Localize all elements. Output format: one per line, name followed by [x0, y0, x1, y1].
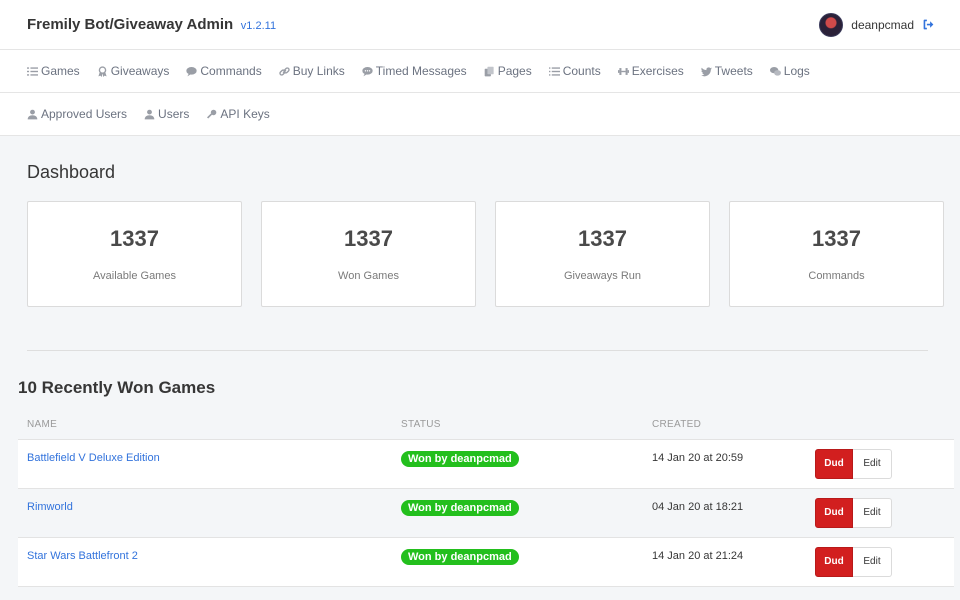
- stat-value: 1337: [110, 226, 159, 251]
- nav-item-label: Counts: [562, 64, 601, 78]
- cell-created: 04 Jan 20 at 18:21: [643, 488, 806, 538]
- status-badge: Won by deanpcmad: [401, 499, 519, 516]
- nav-item-users[interactable]: Users: [144, 107, 189, 121]
- stats-row: 1337 Available Games 1337 Won Games 1337 Give…: [27, 201, 944, 307]
- nav-item-label: Tweets: [714, 64, 753, 78]
- table-row: Star Wars Battlefront 2 Won by deanpcmad 1…: [18, 537, 954, 587]
- stat-label: Available Games: [93, 270, 176, 282]
- table-row: Rimworld Won by deanpcmad 04 Jan 20 at 18:…: [18, 488, 954, 538]
- table-header-row: NAME STATUS CREATED: [18, 411, 954, 440]
- cell-status: Won by deanpcmad: [392, 537, 643, 587]
- edit-button[interactable]: Edit: [853, 448, 892, 479]
- stat-label: Commands: [808, 270, 865, 282]
- app-title[interactable]: Fremily Bot/Giveaway Admin: [27, 16, 233, 33]
- nav-item-exercises[interactable]: Exercises: [617, 64, 684, 78]
- cell-name: Star Wars Battlefront 2: [18, 537, 392, 587]
- cell-actions: Dud Edit: [806, 439, 954, 489]
- top-bar: Fremily Bot/Giveaway Admin v1.2.11 deanp…: [0, 0, 960, 50]
- stat-card: 1337 Commands: [729, 201, 944, 307]
- stat-card: 1337 Available Games: [27, 201, 242, 307]
- cell-created: 14 Jan 20 at 20:59: [643, 439, 806, 489]
- nav-item-counts[interactable]: Counts: [548, 64, 601, 78]
- table-row: Battlefield V Deluxe Edition Won by deanp…: [18, 439, 954, 489]
- stat-card: 1337 Giveaways Run: [495, 201, 710, 307]
- nav-item-label: Commands: [200, 64, 262, 78]
- nav-item-games[interactable]: Games: [27, 64, 80, 78]
- key-icon: [206, 109, 217, 120]
- nav-item-label: Approved Users: [41, 107, 128, 121]
- comment-icon: [186, 66, 198, 77]
- app-version: v1.2.11: [240, 20, 277, 32]
- nav-item-label: Users: [158, 107, 190, 121]
- cell-actions: Dud Edit: [806, 537, 954, 587]
- nav-item-buy-links[interactable]: Buy Links: [279, 64, 345, 78]
- nav-item-pages[interactable]: Pages: [484, 64, 532, 78]
- username[interactable]: deanpcmad: [851, 18, 914, 32]
- app-brand[interactable]: Fremily Bot/Giveaway Admin v1.2.11: [27, 16, 276, 33]
- column-status: STATUS: [392, 411, 643, 440]
- nav-item-commands[interactable]: Commands: [186, 64, 262, 78]
- nav-item-label: Logs: [783, 64, 810, 78]
- cell-name: Battlefield V Deluxe Edition: [18, 439, 392, 489]
- game-link[interactable]: Star Wars Battlefront 2: [27, 550, 138, 562]
- page-title: Dashboard: [27, 162, 116, 182]
- game-link[interactable]: Rimworld: [27, 501, 73, 513]
- twitter-icon: [700, 66, 712, 77]
- user-menu: deanpcmad: [819, 12, 936, 37]
- link-icon: [279, 66, 290, 77]
- main-content: Dashboard 1337 Available Games 1337 Won Gam…: [0, 136, 960, 587]
- stat-card: 1337 Won Games: [261, 201, 476, 307]
- nav-item-tweets[interactable]: Tweets: [700, 64, 753, 78]
- column-actions: [806, 411, 954, 440]
- nav-row-primary: Games Giveaways Commands Buy Links Timed Mes…: [0, 50, 960, 93]
- stat-value: 1337: [812, 226, 861, 251]
- list-ol-icon: [548, 66, 560, 77]
- edit-button[interactable]: Edit: [853, 497, 892, 528]
- dud-button[interactable]: Dud: [815, 497, 853, 528]
- status-badge: Won by deanpcmad: [401, 450, 519, 467]
- recent-games-table: NAME STATUS CREATED Battlefield V Deluxe…: [18, 411, 954, 587]
- stat-label: Won Games: [338, 270, 399, 282]
- stat-value: 1337: [578, 226, 627, 251]
- cell-created: 14 Jan 20 at 21:24: [643, 537, 806, 587]
- nav-item-label: Exercises: [631, 64, 684, 78]
- divider: [27, 350, 928, 351]
- award-icon: [97, 65, 108, 77]
- column-name: NAME: [18, 411, 392, 440]
- cell-actions: Dud Edit: [806, 488, 954, 538]
- edit-button[interactable]: Edit: [853, 546, 892, 577]
- comment-dots-icon: [362, 66, 373, 77]
- list-icon: [27, 66, 38, 77]
- nav-item-api-keys[interactable]: API Keys: [206, 107, 270, 121]
- status-badge: Won by deanpcmad: [401, 548, 519, 565]
- nav-row-secondary: Approved Users Users API Keys: [0, 93, 960, 136]
- nav-item-timed-messages[interactable]: Timed Messages: [362, 64, 467, 78]
- nav-item-logs[interactable]: Logs: [769, 64, 810, 78]
- nav-item-label: Games: [41, 64, 80, 78]
- dud-button[interactable]: Dud: [815, 448, 853, 479]
- nav-item-approved-users[interactable]: Approved Users: [27, 107, 127, 121]
- nav-item-label: API Keys: [220, 107, 270, 121]
- cell-status: Won by deanpcmad: [392, 439, 643, 489]
- game-link[interactable]: Battlefield V Deluxe Edition: [27, 452, 160, 464]
- dud-button[interactable]: Dud: [815, 546, 853, 577]
- recent-games-title: 10 Recently Won Games: [18, 378, 216, 397]
- cell-status: Won by deanpcmad: [392, 488, 643, 538]
- stat-value: 1337: [344, 226, 393, 251]
- user-icon: [144, 109, 155, 120]
- logout-icon[interactable]: [922, 18, 936, 32]
- avatar[interactable]: [819, 12, 844, 37]
- stat-label: Giveaways Run: [563, 270, 642, 282]
- nav-item-label: Pages: [497, 64, 532, 78]
- copy-icon: [484, 66, 495, 77]
- nav-item-label: Buy Links: [292, 64, 345, 78]
- nav-item-giveaways[interactable]: Giveaways: [97, 64, 170, 78]
- nav-item-label: Timed Messages: [375, 64, 467, 78]
- nav-item-label: Giveaways: [110, 64, 170, 78]
- cell-name: Rimworld: [18, 488, 392, 538]
- column-created: CREATED: [643, 411, 806, 440]
- user-icon: [27, 109, 38, 120]
- comments-icon: [769, 66, 781, 77]
- dumbbell-icon: [617, 66, 629, 77]
